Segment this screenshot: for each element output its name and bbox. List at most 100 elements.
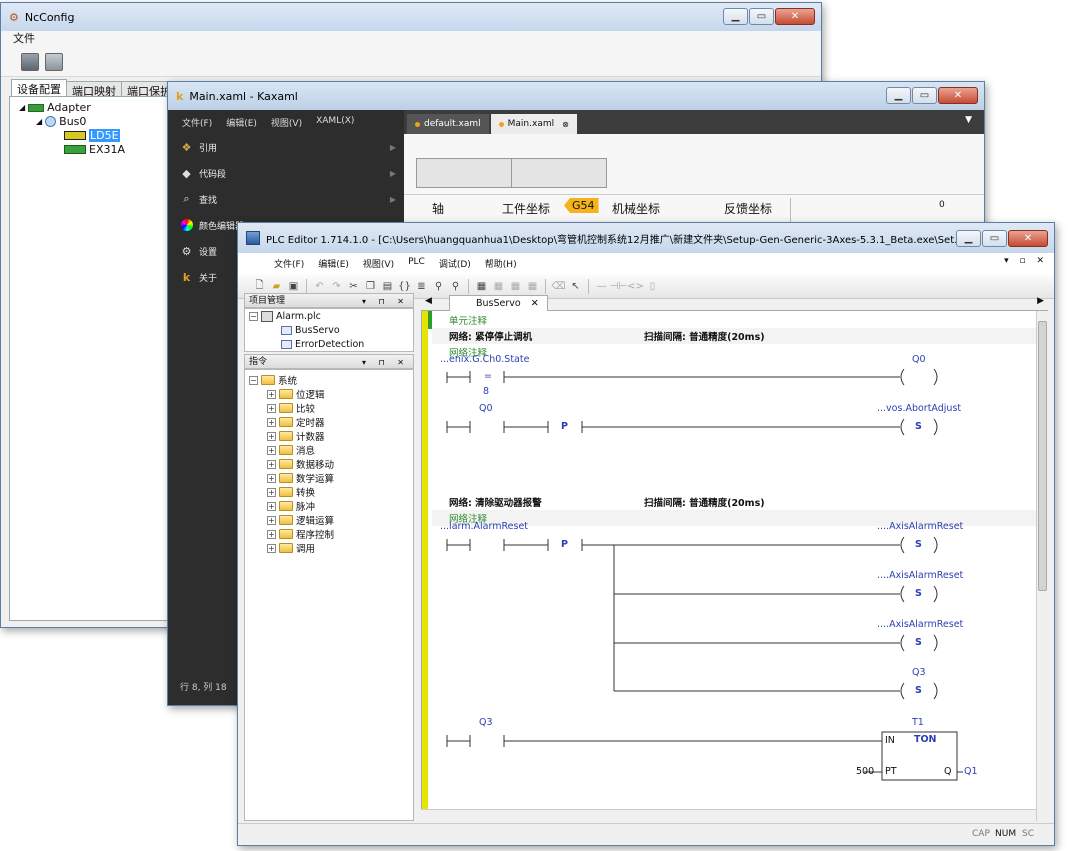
- expand-icon[interactable]: ◢: [19, 103, 25, 112]
- copy-icon[interactable]: ❐: [363, 279, 378, 294]
- expand-icon[interactable]: +: [267, 529, 276, 539]
- folder-program-control[interactable]: + 程序控制: [267, 527, 334, 541]
- expand-icon[interactable]: +: [267, 515, 276, 525]
- maximize-button[interactable]: ▭: [912, 87, 937, 104]
- rung2-contact-name[interactable]: Q0: [479, 403, 493, 414]
- menu-xaml[interactable]: XAML(X): [316, 116, 354, 134]
- braces-icon[interactable]: {}: [397, 279, 412, 294]
- eraser-icon[interactable]: ⌫: [551, 279, 566, 294]
- network-add-icon[interactable]: ▦: [491, 279, 506, 294]
- minimize-button[interactable]: ▁: [956, 230, 981, 247]
- pane-controls[interactable]: ▾ ⊓ ✕: [362, 294, 409, 309]
- folder-counter[interactable]: + 计数器: [267, 429, 325, 443]
- tabs-dropdown-icon[interactable]: ▼: [965, 115, 972, 125]
- coil-icon[interactable]: <>: [627, 279, 644, 294]
- expand-icon[interactable]: +: [267, 543, 276, 553]
- folder-message[interactable]: + 消息: [267, 443, 315, 457]
- contact-icon[interactable]: ⊣⊢: [610, 279, 627, 294]
- pointer-icon[interactable]: ↖: [568, 279, 583, 294]
- timer-output[interactable]: Q1: [964, 766, 978, 777]
- tree-node-bus0[interactable]: ◢ Bus0: [36, 115, 86, 128]
- paste-icon[interactable]: ▤: [380, 279, 395, 294]
- folder-compare[interactable]: + 比较: [267, 401, 315, 415]
- tree-node-errordetection[interactable]: ErrorDetection: [281, 339, 364, 350]
- rung3-coil4-name[interactable]: Q3: [912, 667, 926, 678]
- rung3-coil2-name[interactable]: ....AxisAlarmReset: [877, 570, 963, 581]
- maximize-button[interactable]: ▭: [982, 230, 1007, 247]
- close-button[interactable]: ✕: [1008, 230, 1048, 247]
- menu-file[interactable]: 文件(F): [182, 116, 212, 134]
- menu-plc[interactable]: PLC: [408, 257, 425, 275]
- save-icon[interactable]: [21, 52, 39, 71]
- expand-icon[interactable]: +: [267, 417, 276, 427]
- side-item-references[interactable]: ❖ 引用 ▶: [168, 134, 404, 160]
- tree-node-ex31a[interactable]: EX31A: [64, 143, 125, 156]
- tab-default-xaml[interactable]: default.xaml: [407, 114, 489, 134]
- rung3-coil1-name[interactable]: ....AxisAlarmReset: [877, 521, 963, 532]
- expand-icon[interactable]: +: [267, 459, 276, 469]
- rung1-variable[interactable]: ...enix.G.Ch0.State: [440, 354, 529, 365]
- close-button[interactable]: ✕: [775, 8, 815, 25]
- menu-help[interactable]: 帮助(H): [485, 257, 517, 275]
- pin2-icon[interactable]: ⚲: [448, 279, 463, 294]
- ladder-editor[interactable]: 单元注释 网络: 紧停停止调机 扫描间隔: 普通精度(20ms) 网络注释 ..…: [421, 311, 1036, 821]
- plc-titlebar[interactable]: PLC Editor 1.714.1.0 - [C:\Users\huangqu…: [238, 223, 1054, 253]
- pin-icon[interactable]: ⚲: [431, 279, 446, 294]
- collapse-icon[interactable]: −: [249, 375, 258, 385]
- expand-icon[interactable]: +: [267, 403, 276, 413]
- close-tab-icon[interactable]: ✕: [531, 298, 539, 309]
- menu-view[interactable]: 视图(V): [271, 116, 302, 134]
- vertical-scrollbar[interactable]: [1036, 311, 1048, 821]
- network-icon[interactable]: ▦: [474, 279, 489, 294]
- rung3-variable[interactable]: ...larm.AlarmReset: [440, 521, 528, 532]
- side-item-find[interactable]: ⌕ 查找 ▶: [168, 186, 404, 212]
- folder-logic-ops[interactable]: + 逻辑运算: [267, 513, 334, 527]
- rung3-coil3-name[interactable]: ....AxisAlarmReset: [877, 619, 963, 630]
- folder-math[interactable]: + 数学运算: [267, 471, 334, 485]
- timer-name[interactable]: T1: [912, 717, 924, 728]
- tab-main-xaml[interactable]: Main.xaml ⊗: [490, 114, 577, 134]
- tree-node-busservo[interactable]: BusServo: [281, 325, 340, 336]
- ncconfig-titlebar[interactable]: ⚙ NcConfig: [1, 3, 821, 31]
- folder-timer[interactable]: + 定时器: [267, 415, 325, 429]
- expand-icon[interactable]: +: [267, 487, 276, 497]
- minimize-button[interactable]: ▁: [723, 8, 748, 25]
- expand-icon[interactable]: ◢: [36, 117, 42, 126]
- network-del-icon[interactable]: ▦: [508, 279, 523, 294]
- rung1-coil-name[interactable]: Q0: [912, 354, 926, 365]
- redo-icon[interactable]: ↷: [329, 279, 344, 294]
- rung1-compare-value[interactable]: 8: [483, 386, 489, 397]
- pane-controls[interactable]: ▾ ⊓ ✕: [362, 355, 409, 370]
- cut-icon[interactable]: ✂: [346, 279, 361, 294]
- expand-icon[interactable]: +: [267, 501, 276, 511]
- expand-icon[interactable]: +: [267, 431, 276, 441]
- expand-icon[interactable]: +: [267, 473, 276, 483]
- list-icon[interactable]: ≣: [414, 279, 429, 294]
- line-icon[interactable]: —: [594, 279, 609, 294]
- timer-preset-value[interactable]: 500: [856, 766, 874, 777]
- side-item-snippets[interactable]: ◆ 代码段 ▶: [168, 160, 404, 186]
- kaxaml-titlebar[interactable]: k Main.xaml - Kaxaml: [168, 82, 984, 110]
- close-tab-icon[interactable]: ⊗: [562, 120, 569, 129]
- mdi-controls[interactable]: ▾ ▫ ✕: [1004, 256, 1048, 266]
- expand-icon[interactable]: +: [267, 389, 276, 399]
- scroll-tabs-right-icon[interactable]: ▶: [1037, 296, 1044, 306]
- new-icon[interactable]: 🗋: [252, 279, 267, 294]
- collapse-icon[interactable]: −: [249, 312, 258, 321]
- expand-icon[interactable]: +: [267, 445, 276, 455]
- menu-file[interactable]: 文件(F): [274, 257, 304, 275]
- folder-pulse[interactable]: + 脉冲: [267, 499, 315, 513]
- menu-view[interactable]: 视图(V): [363, 257, 394, 275]
- folder-bit-logic[interactable]: + 位逻辑: [267, 387, 325, 401]
- tree-node-system[interactable]: − 系统: [249, 373, 297, 387]
- menu-debug[interactable]: 调试(D): [439, 257, 471, 275]
- open-icon[interactable]: ▰: [269, 279, 284, 294]
- folder-call[interactable]: + 调用: [267, 541, 315, 555]
- menu-edit[interactable]: 编辑(E): [318, 257, 349, 275]
- tree-node-alarm-plc[interactable]: − Alarm.plc: [249, 311, 321, 322]
- tree-node-adapter[interactable]: ◢ Adapter: [19, 101, 91, 114]
- folder-data-move[interactable]: + 数据移动: [267, 457, 334, 471]
- tree-node-ld5e[interactable]: LD5E: [64, 129, 120, 142]
- minimize-button[interactable]: ▁: [886, 87, 911, 104]
- scrollbar-thumb[interactable]: [1038, 321, 1047, 591]
